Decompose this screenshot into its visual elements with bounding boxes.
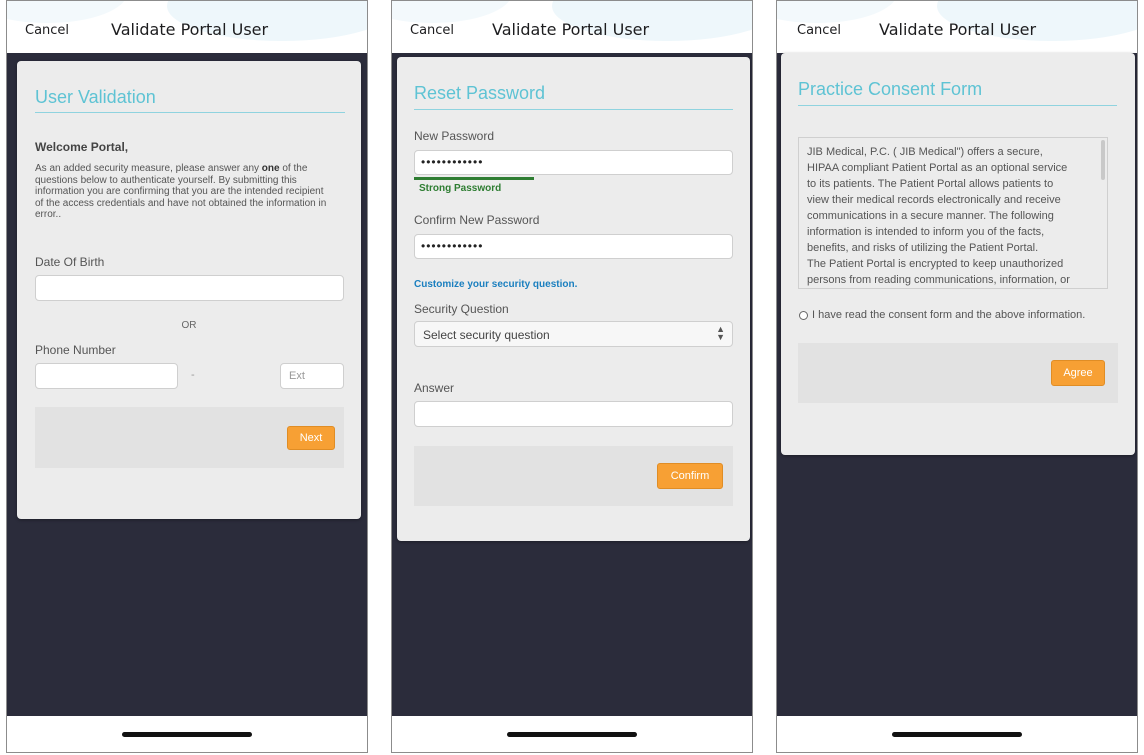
phone-number-label: Phone Number xyxy=(35,343,116,357)
consent-text-box[interactable]: JIB Medical, P.C. ( JIB Medical") offers… xyxy=(798,137,1108,289)
instructions-text: As an added security measure, please ans… xyxy=(35,163,355,221)
updown-chevron-icon: ▲ ▼ xyxy=(716,324,725,342)
security-question-select[interactable]: Select security question ▲ ▼ xyxy=(414,321,733,347)
header-bar: Cancel Validate Portal User xyxy=(392,1,752,53)
confirm-password-value: •••••••••••• xyxy=(421,239,484,253)
consent-line: benefits, and risks of utilizing the Pat… xyxy=(807,242,1039,254)
instructions-emphasis: one xyxy=(261,163,280,174)
consent-line: The Patient Portal is encrypted to keep … xyxy=(807,258,1064,270)
consent-line: view their medical records electronicall… xyxy=(807,194,1061,206)
confirm-password-label: Confirm New Password xyxy=(414,213,540,227)
new-password-input[interactable]: •••••••••••• xyxy=(414,150,733,175)
dob-label: Date Of Birth xyxy=(35,255,105,269)
consent-checkbox[interactable] xyxy=(799,311,808,320)
instructions-line: error.. xyxy=(35,209,62,220)
dob-input[interactable] xyxy=(35,275,344,301)
security-question-selected: Select security question xyxy=(423,328,550,342)
card-title-divider xyxy=(798,105,1117,106)
cancel-button[interactable]: Cancel xyxy=(410,23,454,38)
bottom-bar xyxy=(7,716,367,752)
home-indicator[interactable] xyxy=(892,732,1022,737)
instructions-line: questions below to authenticate yourself… xyxy=(35,174,297,186)
or-separator: OR xyxy=(181,320,197,331)
extension-placeholder: Ext xyxy=(289,370,305,382)
bottom-bar xyxy=(777,716,1137,752)
password-strength-text: Strong Password xyxy=(419,183,502,194)
home-indicator[interactable] xyxy=(507,732,637,737)
home-indicator[interactable] xyxy=(122,732,252,737)
card-title-divider xyxy=(414,109,733,110)
consent-line: information is intended to inform you of… xyxy=(807,226,1045,238)
card-footer: Confirm xyxy=(414,446,733,506)
consent-line: persons from reading communications, inf… xyxy=(807,274,1070,286)
user-validation-card: User Validation Welcome Portal, As an ad… xyxy=(17,61,361,519)
security-question-label: Security Question xyxy=(414,302,509,316)
header-bar: Cancel Validate Portal User xyxy=(7,1,367,53)
agree-button[interactable]: Agree xyxy=(1051,360,1105,386)
phone-dash: - xyxy=(191,369,195,381)
card-title: Reset Password xyxy=(414,83,546,103)
phone-number-input[interactable] xyxy=(35,363,178,389)
header-wave xyxy=(7,1,127,23)
consent-checkbox-label[interactable]: I have read the consent form and the abo… xyxy=(812,309,1085,321)
instructions-line: information you are confirming that you … xyxy=(35,186,324,197)
cancel-button[interactable]: Cancel xyxy=(25,23,69,38)
consent-line: communications in a secure manner. The f… xyxy=(807,210,1054,222)
consent-line: HIPAA compliant Patient Portal as an opt… xyxy=(807,162,1068,174)
header-bar: Cancel Validate Portal User xyxy=(777,1,1137,53)
page-title: Validate Portal User xyxy=(879,20,1037,39)
password-strength-bar xyxy=(414,177,534,180)
phone-screen-user-validation: Cancel Validate Portal User User Validat… xyxy=(6,0,368,753)
consent-form-card: Practice Consent Form JIB Medical, P.C. … xyxy=(781,53,1135,455)
customize-security-question-link[interactable]: Customize your security question. xyxy=(414,279,577,290)
card-footer: Agree xyxy=(798,343,1118,403)
new-password-label: New Password xyxy=(414,129,495,143)
extension-input[interactable]: Ext xyxy=(280,363,344,389)
confirm-password-input[interactable]: •••••••••••• xyxy=(414,234,733,259)
consent-line: JIB Medical, P.C. ( JIB Medical") offers… xyxy=(807,146,1043,158)
welcome-heading: Welcome Portal, xyxy=(35,140,129,154)
bottom-bar xyxy=(392,716,752,752)
instructions-line: of the access credentials and have not o… xyxy=(35,197,327,209)
card-title: User Validation xyxy=(35,87,156,107)
phone-screen-consent-form: Cancel Validate Portal User Practice Con… xyxy=(776,0,1138,753)
confirm-button[interactable]: Confirm xyxy=(657,463,723,489)
phone-screen-reset-password: Cancel Validate Portal User Reset Passwo… xyxy=(391,0,753,753)
answer-input[interactable] xyxy=(414,401,733,427)
new-password-value: •••••••••••• xyxy=(421,155,484,169)
consent-line: to its patients. The Patient Portal allo… xyxy=(807,178,1054,190)
next-button[interactable]: Next xyxy=(287,426,335,450)
card-footer: Next xyxy=(35,407,344,468)
consent-scrollbar[interactable] xyxy=(1101,140,1105,180)
card-title-divider xyxy=(35,112,345,113)
page-title: Validate Portal User xyxy=(492,20,650,39)
reset-password-card: Reset Password New Password ••••••••••••… xyxy=(397,57,750,541)
card-title: Practice Consent Form xyxy=(798,79,983,99)
instructions-line: As an added security measure, please ans… xyxy=(35,163,260,174)
answer-label: Answer xyxy=(414,381,455,395)
page-title: Validate Portal User xyxy=(111,20,269,39)
instructions-line: of the xyxy=(282,163,308,174)
cancel-button[interactable]: Cancel xyxy=(797,23,841,38)
